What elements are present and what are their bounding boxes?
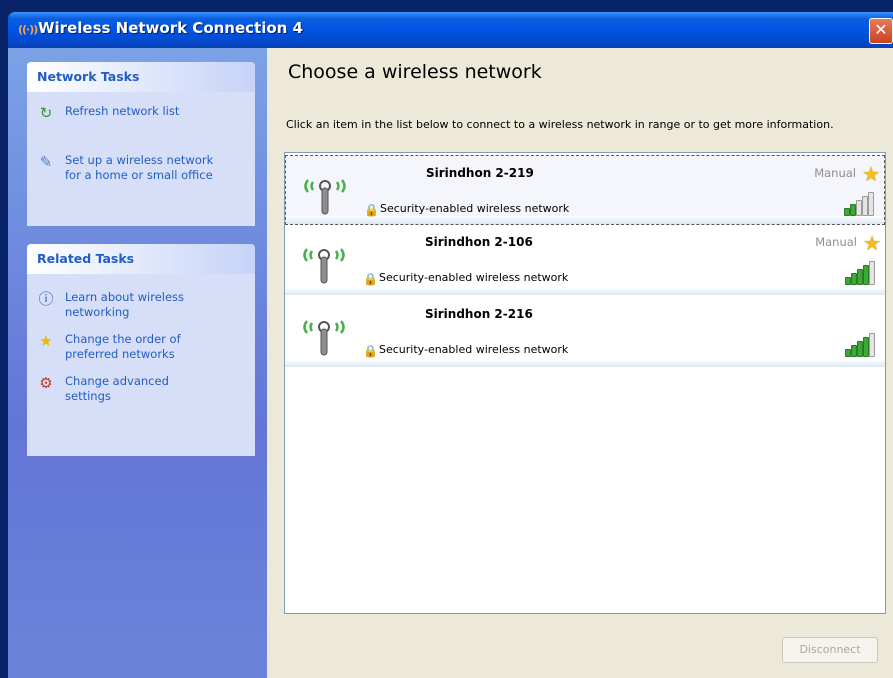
window-client-area: Network Tasks ↻ Refresh network list ✎ S… [8,48,893,678]
settings-icon: ⚙ [39,374,53,392]
connection-mode: Manual [814,166,856,180]
network-ssid: Sirindhon 2-219 [426,166,534,180]
lock-icon: 🔒 [363,272,378,286]
signal-bar [869,261,875,285]
signal-strength-icon [844,192,876,216]
network-item[interactable]: Sirindhon 2-216 🔒Security-enabled wirele… [285,297,885,367]
network-item[interactable]: Sirindhon 2-219 🔒Security-enabled wirele… [285,155,885,225]
network-ssid: Sirindhon 2-106 [425,235,533,249]
preferred-star-icon: ★ [863,231,881,255]
window-title: Wireless Network Connection 4 [38,19,303,37]
task-label-line: Learn about wireless [65,290,185,304]
info-icon: ⓘ [38,290,54,308]
setup-wireless-icon: ✎ [39,153,53,171]
star-icon: ★ [39,332,53,350]
wireless-antenna-icon [304,179,346,215]
task-label-line: networking [65,305,130,319]
security-status: 🔒Security-enabled wireless network [364,202,569,217]
task-label-line: preferred networks [65,347,175,361]
row-separator [286,216,884,224]
wireless-connection-window: ((·)) Wireless Network Connection 4 ✕ Ne… [0,0,893,678]
related-tasks-heading: Related Tasks [27,244,255,274]
title-bar[interactable]: ((·)) Wireless Network Connection 4 ✕ [8,12,893,48]
refresh-network-list-link[interactable]: ↻ Refresh network list [27,104,255,122]
signal-bar [869,333,875,357]
disconnect-button[interactable]: Disconnect [782,637,878,663]
refresh-icon: ↻ [39,104,53,122]
change-advanced-settings-link[interactable]: ⚙ Change advanced settings [27,374,255,404]
task-label-line: Set up a wireless network [65,153,214,167]
change-preferred-order-link[interactable]: ★ Change the order of preferred networks [27,332,255,362]
close-button[interactable]: ✕ [869,18,893,44]
wireless-antenna-icon [303,320,345,356]
main-pane: Choose a wireless network Click an item … [267,48,893,678]
row-separator [285,287,885,295]
connection-mode: Manual [815,235,857,249]
task-label-line: Refresh network list [65,104,180,118]
learn-about-wireless-link[interactable]: ⓘ Learn about wireless networking [27,290,255,320]
network-item[interactable]: Sirindhon 2-106 🔒Security-enabled wirele… [285,225,885,295]
network-ssid: Sirindhon 2-216 [425,307,533,321]
wireless-signal-icon: ((·)) [18,23,38,36]
setup-wireless-network-link[interactable]: ✎ Set up a wireless network for a home o… [27,153,255,183]
page-title: Choose a wireless network [288,61,542,83]
task-label-line: for a home or small office [65,168,213,182]
security-label: Security-enabled wireless network [379,271,569,284]
network-tasks-box: Network Tasks ↻ Refresh network list ✎ S… [27,62,255,226]
lock-icon: 🔒 [364,203,379,217]
signal-strength-icon [845,261,877,285]
instruction-text: Click an item in the list below to conne… [286,118,834,131]
security-label: Security-enabled wireless network [380,202,570,215]
task-label-line: settings [65,389,111,403]
network-tasks-heading: Network Tasks [27,62,255,92]
preferred-star-icon: ★ [862,162,880,186]
task-label-line: Change advanced [65,374,169,388]
lock-icon: 🔒 [363,344,378,358]
wireless-antenna-icon [303,248,345,284]
security-status: 🔒Security-enabled wireless network [363,271,568,286]
related-tasks-box: Related Tasks ⓘ Learn about wireless net… [27,244,255,456]
task-label-line: Change the order of [65,332,181,346]
security-label: Security-enabled wireless network [379,343,569,356]
network-list[interactable]: Sirindhon 2-219 🔒Security-enabled wirele… [284,152,886,614]
security-status: 🔒Security-enabled wireless network [363,343,568,358]
signal-bar [868,192,874,216]
signal-strength-icon [845,333,877,357]
row-separator [285,359,885,367]
task-pane: Network Tasks ↻ Refresh network list ✎ S… [8,48,267,678]
